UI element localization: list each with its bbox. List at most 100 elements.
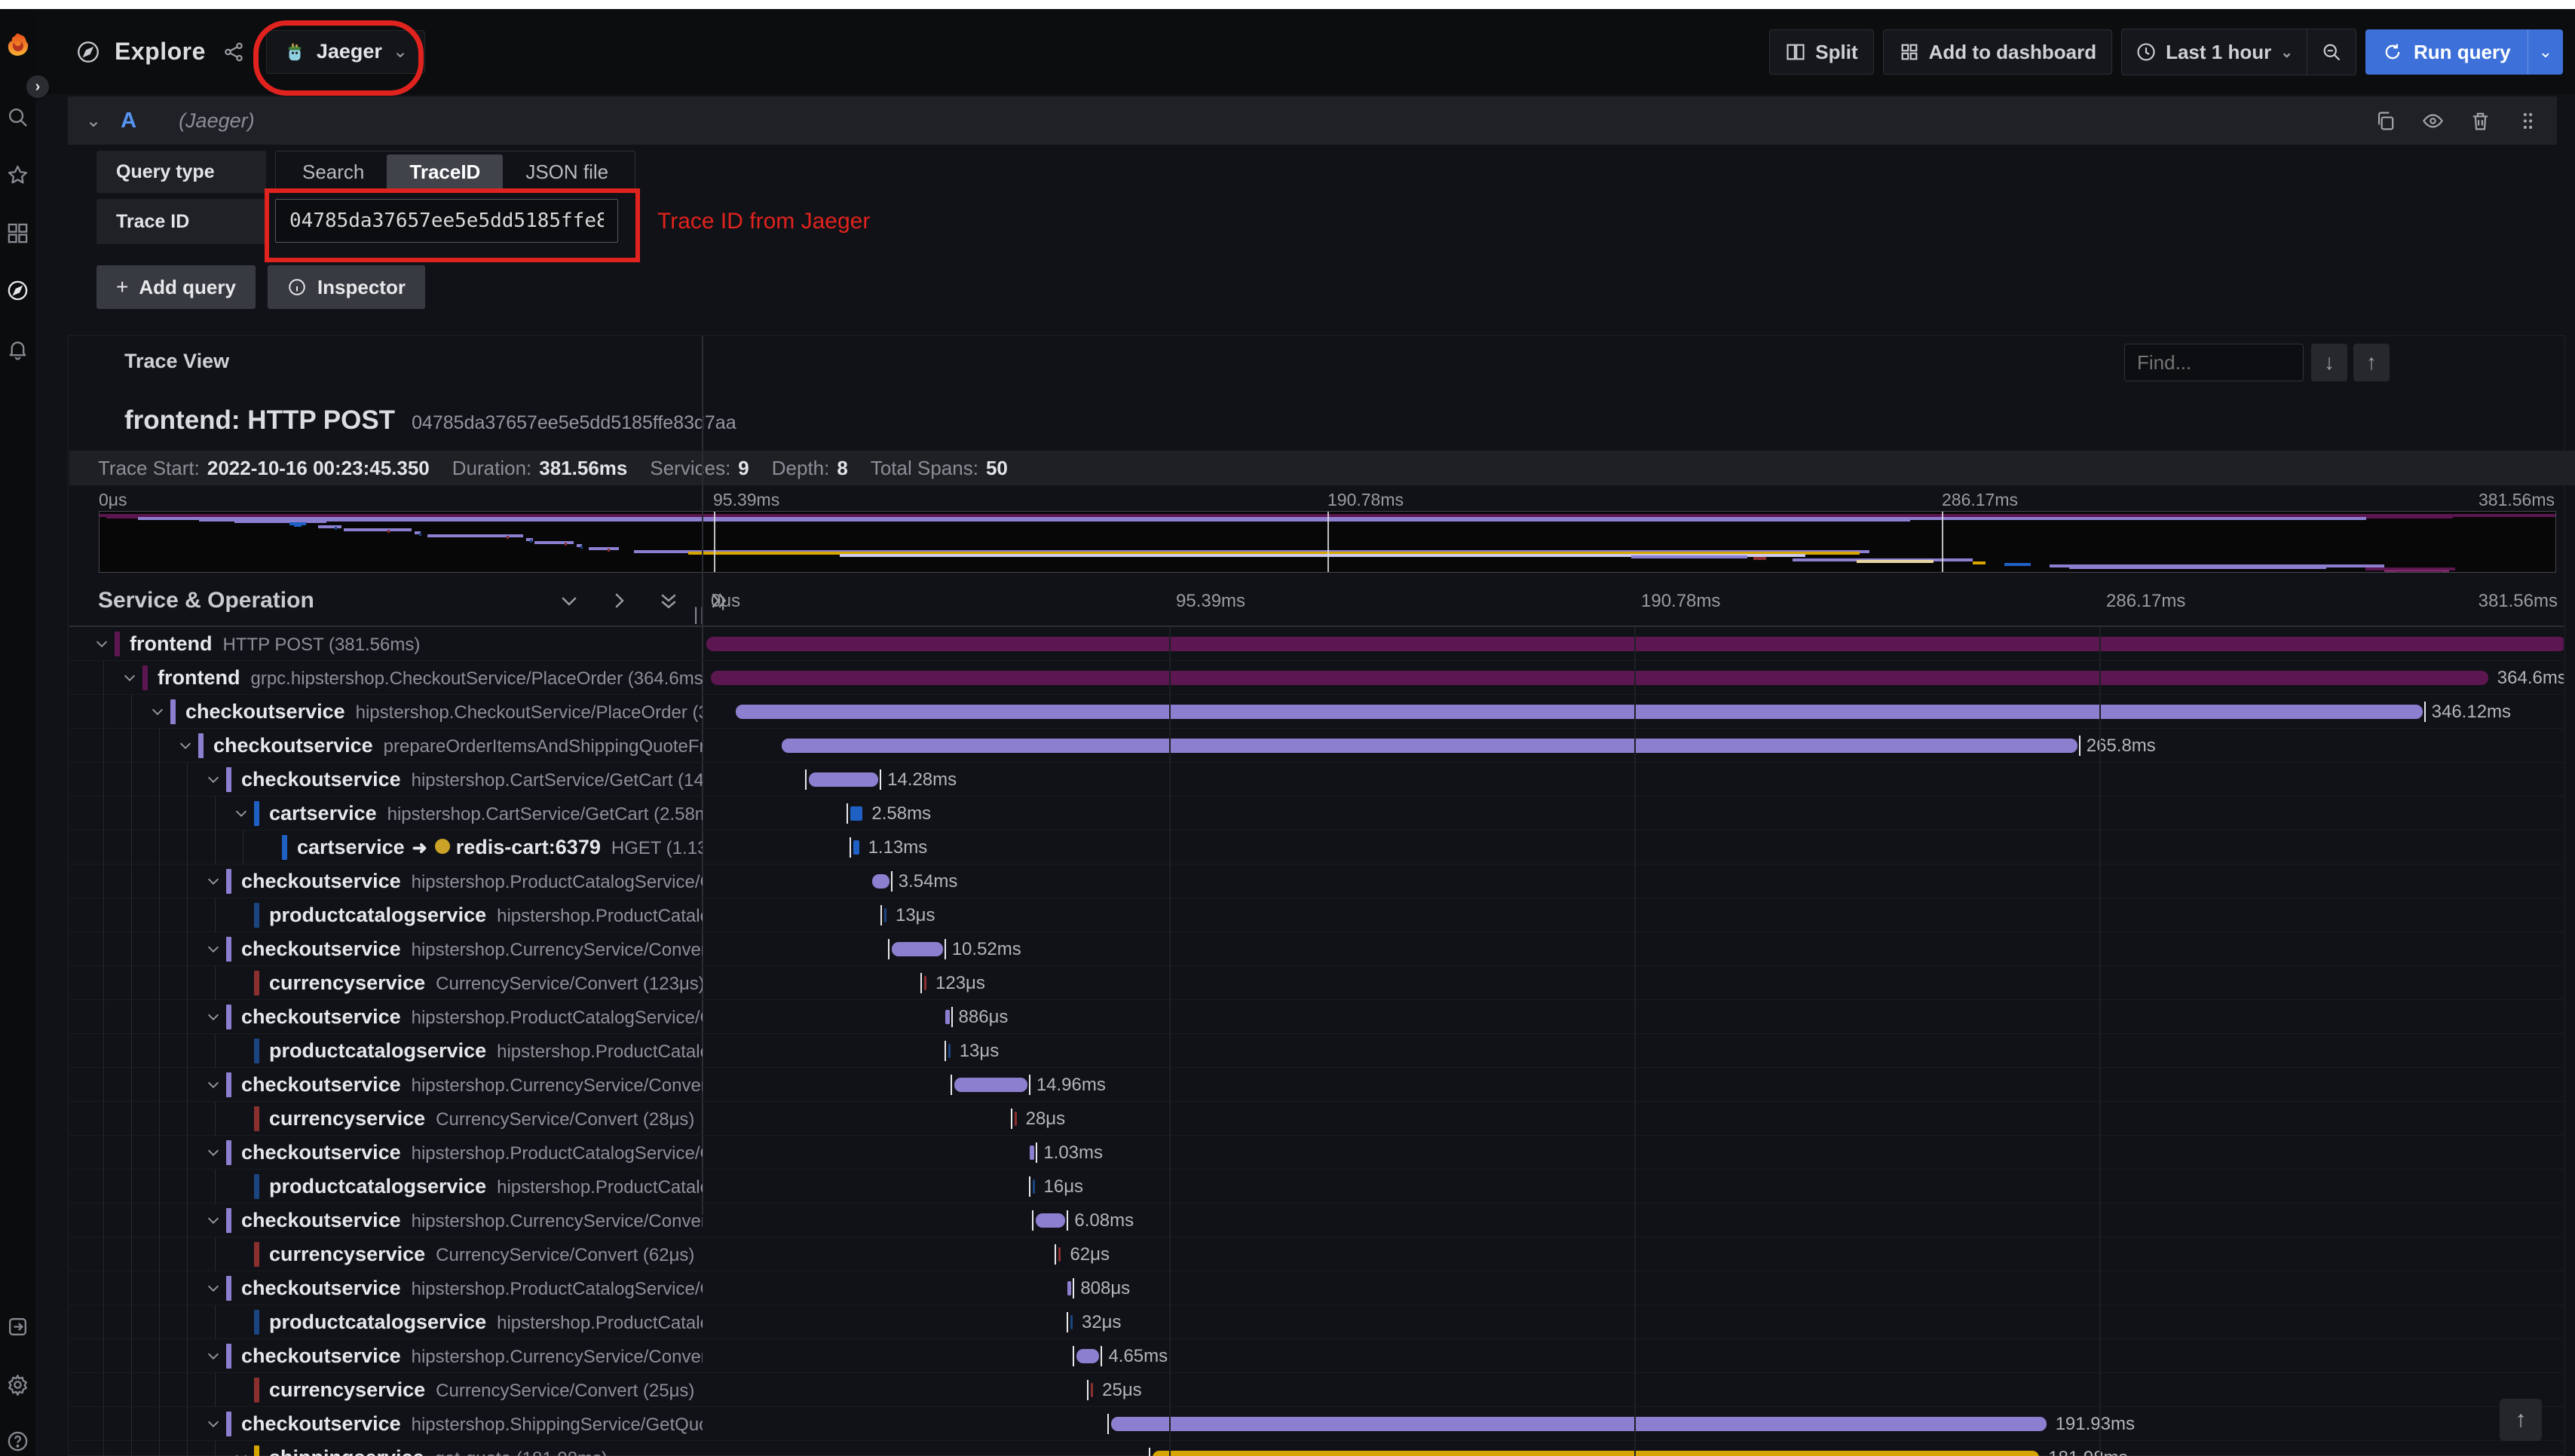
span-timeline-cell[interactable]: 13μs [704,898,2564,932]
toggle-visibility-eye-icon[interactable] [2422,110,2444,132]
span-row[interactable]: currencyservice CurrencyService/Convert (… [69,1237,2564,1271]
span-timeline-cell[interactable]: 4.65ms [704,1339,2564,1373]
span-duration-bar[interactable] [706,637,2564,651]
span-collapse-chevron-icon[interactable] [205,1212,223,1230]
expand-one-icon[interactable] [608,589,630,612]
share-icon[interactable] [222,41,245,63]
span-collapse-chevron-icon[interactable] [205,1347,223,1366]
span-duration-bar[interactable] [1058,1247,1061,1262]
span-collapse-chevron-icon[interactable] [205,941,223,959]
span-service-cell[interactable]: checkoutservice hipstershop.ProductCatalo… [69,1000,703,1034]
run-query-button[interactable]: Run query ⌄ [2365,29,2563,75]
span-duration-bar[interactable] [1029,1146,1035,1160]
time-range-button[interactable]: Last 1 hour ⌄ [2122,29,2307,75]
span-row[interactable]: checkoutservice hipstershop.ProductCatalo… [69,1000,2564,1034]
span-duration-bar[interactable] [782,739,2077,753]
span-service-cell[interactable]: productcatalogservice hipstershop.Product… [69,1034,703,1068]
span-service-cell[interactable]: productcatalogservice hipstershop.Product… [69,898,703,932]
span-timeline-cell[interactable]: 14.28ms [704,763,2564,797]
span-row[interactable]: checkoutservice hipstershop.CurrencyServi… [69,1339,2564,1373]
span-duration-bar[interactable] [808,772,879,787]
span-row[interactable]: cartservice ➜ redis-cart:6379 HGET (1.13ms)… [69,830,2564,864]
span-duration-bar[interactable] [1110,1417,2047,1431]
span-service-cell[interactable]: cartservice hipstershop.CartService/GetCa… [69,797,703,830]
span-timeline-cell[interactable]: 62μs [704,1237,2564,1271]
span-duration-bar[interactable] [853,840,859,855]
span-row[interactable]: checkoutservice prepareOrderItemsAndShipp… [69,729,2564,763]
span-duration-bar[interactable] [945,1010,950,1024]
span-timeline-cell[interactable]: 16μs [704,1170,2564,1204]
span-service-cell[interactable]: productcatalogservice hipstershop.Product… [69,1305,703,1339]
span-service-cell[interactable]: checkoutservice hipstershop.CurrencyServi… [69,932,703,966]
span-timeline-cell[interactable] [704,627,2564,661]
trace-minimap[interactable] [99,511,2556,573]
span-row[interactable]: currencyservice CurrencyService/Convert (… [69,1373,2564,1407]
duplicate-query-icon[interactable] [2374,110,2396,132]
span-duration-bar[interactable] [711,671,2488,685]
span-collapse-chevron-icon[interactable] [205,1076,223,1094]
span-row[interactable]: shippingservice get-quote (181.98ms) 181.9… [69,1441,2564,1456]
span-timeline-cell[interactable]: 13μs [704,1034,2564,1068]
span-timeline-cell[interactable]: 346.12ms [704,695,2564,729]
span-duration-bar[interactable] [891,942,943,956]
delete-query-trash-icon[interactable] [2469,110,2491,132]
span-duration-bar[interactable] [735,705,2423,719]
collapse-all-icon[interactable] [657,589,680,612]
span-timeline-cell[interactable]: 265.8ms [704,729,2564,763]
span-row[interactable]: checkoutservice hipstershop.CurrencyServi… [69,1068,2564,1102]
span-timeline-cell[interactable]: 364.6ms [704,661,2564,695]
grafana-logo-icon[interactable] [6,32,30,57]
collapse-chevron-icon[interactable]: ⌄ [86,110,101,132]
span-service-cell[interactable]: frontend HTTP POST (381.56ms) [69,627,703,661]
span-row[interactable]: checkoutservice hipstershop.ProductCatalo… [69,864,2564,898]
span-timeline-cell[interactable]: 1.03ms [704,1136,2564,1170]
span-timeline-cell[interactable]: 14.96ms [704,1068,2564,1102]
span-collapse-chevron-icon[interactable] [205,1008,223,1026]
span-service-cell[interactable]: productcatalogservice hipstershop.Product… [69,1170,703,1204]
span-duration-bar[interactable] [1014,1112,1017,1126]
span-service-cell[interactable]: checkoutservice hipstershop.CheckoutServi… [69,695,703,729]
span-row[interactable]: frontend grpc.hipstershop.CheckoutService… [69,661,2564,695]
span-service-cell[interactable]: frontend grpc.hipstershop.CheckoutService… [69,661,703,695]
span-collapse-chevron-icon[interactable] [233,1449,251,1456]
span-timeline-cell[interactable]: 32μs [704,1305,2564,1339]
span-service-cell[interactable]: currencyservice CurrencyService/Convert (… [69,1373,703,1407]
tab-search[interactable]: Search [280,154,387,190]
trace-id-input[interactable] [275,199,618,243]
run-query-caret[interactable]: ⌄ [2527,29,2563,75]
collapse-one-icon[interactable] [558,589,580,612]
span-duration-bar[interactable] [883,908,886,922]
find-prev-button[interactable]: ↑ [2353,344,2390,381]
span-row[interactable]: currencyservice CurrencyService/Convert (… [69,1102,2564,1136]
span-row[interactable]: checkoutservice hipstershop.CartService/G… [69,763,2564,797]
span-row[interactable]: checkoutservice hipstershop.CurrencyServi… [69,932,2564,966]
span-duration-bar[interactable] [1036,1213,1066,1228]
span-timeline-cell[interactable]: 808μs [704,1271,2564,1305]
query-row-header[interactable]: ⌄ A (Jaeger) [68,96,2557,145]
span-timeline-cell[interactable]: 28μs [704,1102,2564,1136]
span-timeline-cell[interactable]: 191.93ms [704,1407,2564,1441]
span-service-cell[interactable]: checkoutservice hipstershop.CartService/G… [69,763,703,797]
span-row[interactable]: productcatalogservice hipstershop.Product… [69,1305,2564,1339]
span-duration-bar[interactable] [1091,1383,1094,1397]
span-service-cell[interactable]: checkoutservice hipstershop.CurrencyServi… [69,1204,703,1237]
span-row[interactable]: cartservice hipstershop.CartService/GetCa… [69,797,2564,830]
span-service-cell[interactable]: checkoutservice hipstershop.CurrencyServi… [69,1339,703,1373]
add-to-dashboard-button[interactable]: Add to dashboard [1882,29,2113,75]
span-collapse-chevron-icon[interactable] [205,1415,223,1433]
span-service-cell[interactable]: shippingservice get-quote (181.98ms) [69,1441,703,1456]
span-duration-bar[interactable] [954,1078,1027,1092]
span-collapse-chevron-icon[interactable] [149,703,167,721]
settings-gear-icon[interactable] [6,1373,29,1396]
span-duration-bar[interactable] [1070,1315,1073,1329]
span-row[interactable]: checkoutservice hipstershop.ProductCatalo… [69,1136,2564,1170]
span-row[interactable]: productcatalogservice hipstershop.Product… [69,898,2564,932]
span-collapse-chevron-icon[interactable] [205,1280,223,1298]
span-collapse-chevron-icon[interactable] [177,737,195,755]
tab-traceid[interactable]: TraceID [387,154,504,190]
alerting-bell-icon[interactable] [6,338,29,361]
search-icon[interactable] [6,106,29,129]
sidebar-expand-button[interactable]: › [25,74,51,99]
span-duration-bar[interactable] [924,976,926,990]
split-button[interactable]: Split [1769,29,1874,75]
